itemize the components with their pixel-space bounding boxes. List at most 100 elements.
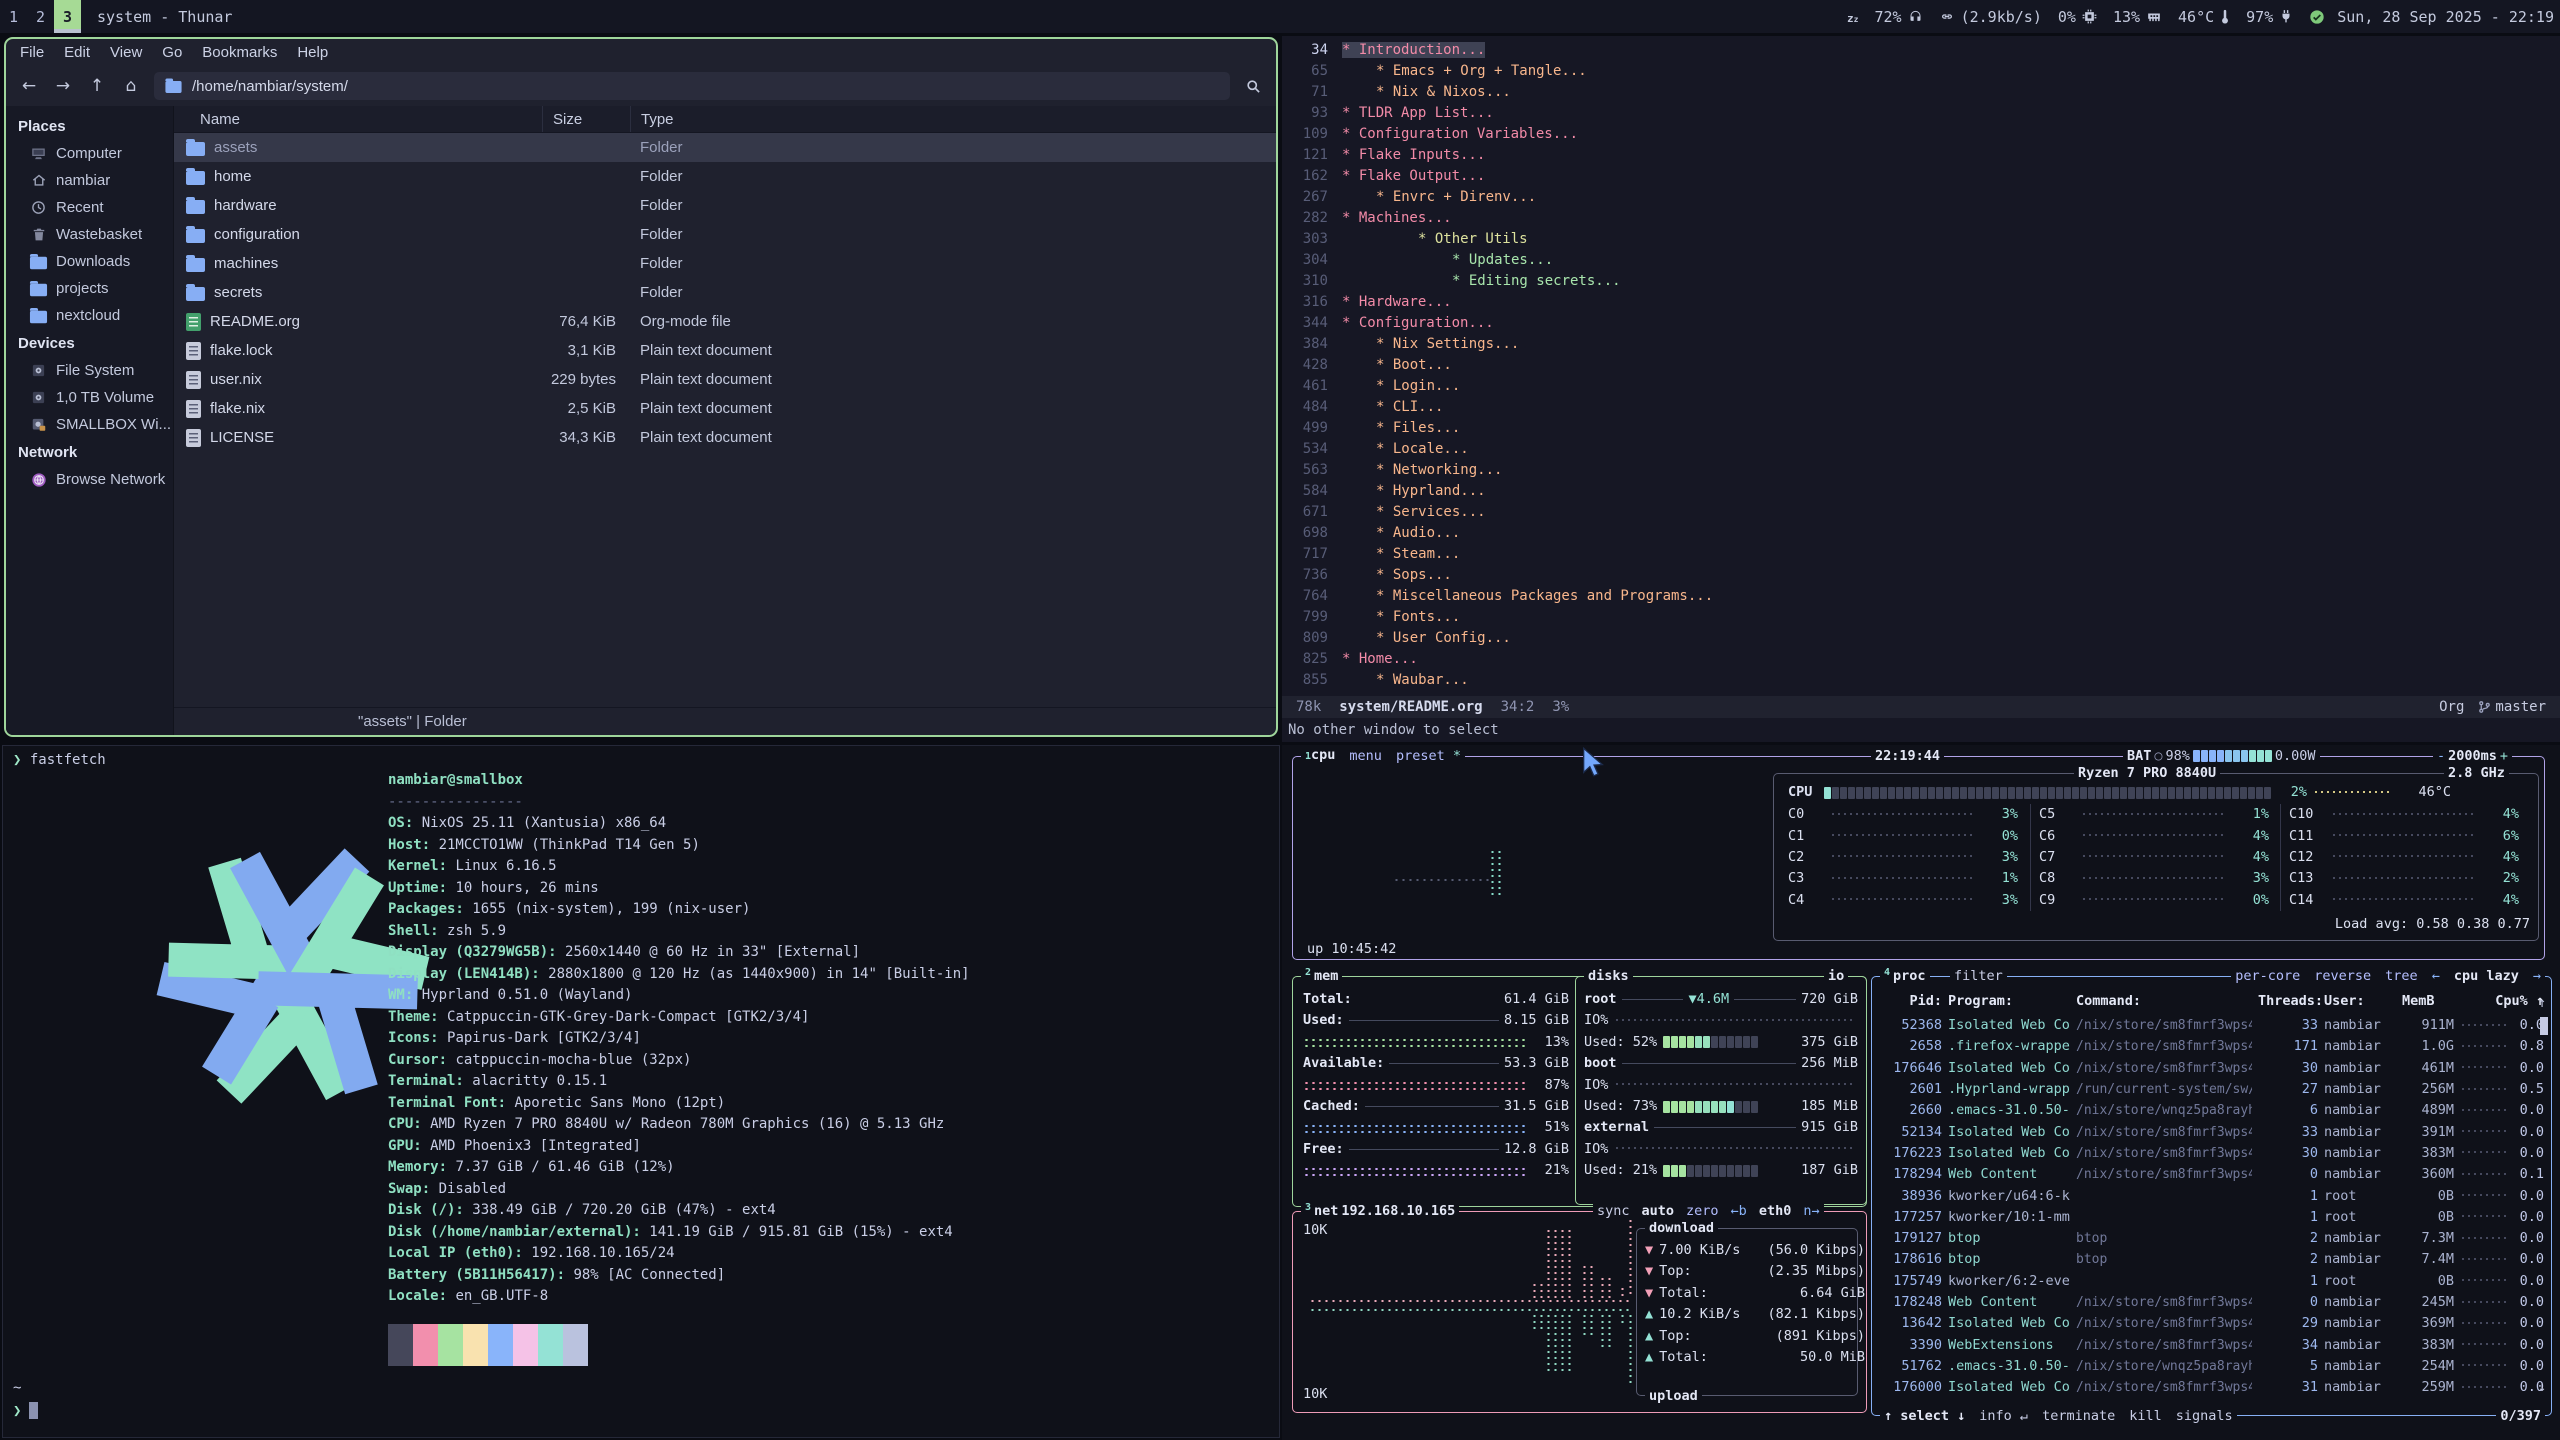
- process-row[interactable]: 38936kworker/u64:6-kc1root0B0.0: [1876, 1185, 2557, 1206]
- process-row[interactable]: 176000Isolated Web Co/nix/store/sm8fmrf3…: [1876, 1377, 2557, 1398]
- process-row[interactable]: 178616btopbtop2nambiar7.4M0.0: [1876, 1249, 2557, 1270]
- proc-scrollbar-thumb[interactable]: [2540, 1017, 2548, 1035]
- forward-button[interactable]: →: [48, 72, 78, 100]
- proc-footer-kill[interactable]: kill: [2129, 1406, 2162, 1427]
- menu-item-view[interactable]: View: [100, 39, 152, 66]
- workspace-button-1[interactable]: 1: [0, 0, 27, 33]
- process-user: nambiar: [2324, 1036, 2396, 1057]
- proc-sort-next[interactable]: →: [2533, 966, 2541, 987]
- workspace-button-3[interactable]: 3: [54, 0, 81, 33]
- proc-sort-prev[interactable]: ←: [2432, 966, 2440, 987]
- sidebar-item-nextcloud[interactable]: nextcloud: [6, 302, 173, 329]
- proc-column-threads[interactable]: Threads:: [2258, 991, 2318, 1012]
- proc-column-program[interactable]: Program:: [1948, 991, 2070, 1012]
- up-button[interactable]: ↑: [82, 72, 112, 100]
- proc-column-pid[interactable]: Pid:: [1884, 991, 1942, 1012]
- file-row[interactable]: machinesFolder: [174, 249, 1276, 278]
- tab-preset[interactable]: preset *: [1396, 746, 1461, 767]
- search-button[interactable]: [1238, 72, 1268, 100]
- sidebar-item-recent[interactable]: Recent: [6, 194, 173, 221]
- file-row[interactable]: configurationFolder: [174, 220, 1276, 249]
- file-row[interactable]: secretsFolder: [174, 278, 1276, 307]
- proc-control-per-core[interactable]: per-core: [2235, 966, 2300, 987]
- proc-column-command[interactable]: Command:: [2076, 991, 2252, 1012]
- shell-prompt-empty[interactable]: ❯: [13, 1402, 38, 1419]
- tab-menu[interactable]: menu: [1349, 746, 1382, 767]
- process-row[interactable]: 179127btopbtop2nambiar7.3M0.0: [1876, 1228, 2557, 1249]
- proc-footer-terminate[interactable]: terminate: [2042, 1406, 2115, 1427]
- process-row[interactable]: 52368Isolated Web Co/nix/store/sm8fmrf3w…: [1876, 1015, 2557, 1036]
- file-row[interactable]: homeFolder: [174, 162, 1276, 191]
- home-button[interactable]: ⌂: [116, 72, 146, 100]
- path-bar[interactable]: /home/nambiar/system/: [154, 72, 1230, 100]
- workspace-button-2[interactable]: 2: [27, 0, 54, 33]
- net-next-iface[interactable]: n→: [1803, 1201, 1819, 1222]
- column-header-size[interactable]: Size: [542, 106, 630, 132]
- column-header-name[interactable]: Name: [174, 111, 542, 128]
- sidebar-item-file-system[interactable]: File System: [6, 357, 173, 384]
- menu-item-help[interactable]: Help: [287, 39, 338, 66]
- process-row[interactable]: 2601.Hyprland-wrapp/run/current-system/s…: [1876, 1079, 2557, 1100]
- org-heading-text: * Machines...: [1342, 210, 1452, 226]
- download-arrow-icon: ▼: [1645, 1240, 1653, 1261]
- process-row[interactable]: 3390WebExtensions/nix/store/sm8fmrf3wps4…: [1876, 1335, 2557, 1356]
- proc-control-tree[interactable]: tree: [2385, 966, 2418, 987]
- line-number: 303: [1282, 229, 1328, 250]
- proc-scroll-down-icon[interactable]: ↓: [2538, 1377, 2550, 1395]
- file-row[interactable]: user.nix229 bytesPlain text document: [174, 365, 1276, 394]
- sidebar-item-wastebasket[interactable]: Wastebasket: [6, 221, 173, 248]
- process-row[interactable]: 51762.emacs-31.0.50-/nix/store/wnqz5pa8r…: [1876, 1356, 2557, 1377]
- process-row[interactable]: 177257kworker/10:1-mm_1root0B0.0: [1876, 1207, 2557, 1228]
- net-prev-iface[interactable]: ←b: [1731, 1201, 1747, 1222]
- menu-item-edit[interactable]: Edit: [54, 39, 100, 66]
- process-command: /nix/store/wnqz5pa8rayh: [2076, 1356, 2252, 1377]
- menu-item-file[interactable]: File: [10, 39, 54, 66]
- clock-text: Sun, 28 Sep 2025 - 22:19: [2337, 8, 2554, 26]
- proc-control-reverse[interactable]: reverse: [2314, 966, 2371, 987]
- sidebar-item-1-0-tb-volume[interactable]: 1,0 TB Volume: [6, 384, 173, 411]
- sidebar-item-label: Browse Network: [56, 471, 165, 488]
- buffer-name: system/README.org: [1339, 697, 1482, 718]
- proc-footer-info[interactable]: info ↵: [1979, 1406, 2028, 1427]
- file-row[interactable]: flake.nix2,5 KiBPlain text document: [174, 394, 1276, 423]
- process-row[interactable]: 2658.firefox-wrappe/nix/store/sm8fmrf3wp…: [1876, 1036, 2557, 1057]
- process-row[interactable]: 178294Web Content/nix/store/sm8fmrf3wps4…: [1876, 1164, 2557, 1185]
- proc-column-memb[interactable]: MemB: [2402, 991, 2454, 1012]
- proc-scroll-up-icon[interactable]: ↑: [2538, 993, 2550, 1011]
- sidebar-item-downloads[interactable]: Downloads: [6, 248, 173, 275]
- process-row[interactable]: 176646Isolated Web Co/nix/store/sm8fmrf3…: [1876, 1058, 2557, 1079]
- back-button[interactable]: ←: [14, 72, 44, 100]
- process-mem: 911M: [2402, 1015, 2454, 1036]
- mem-stat-label: Used:: [1303, 1010, 1344, 1031]
- process-row[interactable]: 175749kworker/6:2-even1root0B0.0: [1876, 1271, 2557, 1292]
- process-program: Isolated Web Co: [1948, 1143, 2070, 1164]
- proc-column-user[interactable]: User:: [2324, 991, 2396, 1012]
- proc-footer-select[interactable]: ↑ select ↓: [1884, 1406, 1965, 1427]
- tab-cpu[interactable]: 1cpu: [1305, 745, 1335, 767]
- process-row[interactable]: 2660.emacs-31.0.50-/nix/store/wnqz5pa8ra…: [1876, 1100, 2557, 1121]
- sidebar-item-computer[interactable]: Computer: [6, 140, 173, 167]
- disk-activity: ▼4.6M: [1688, 989, 1729, 1010]
- column-header-type[interactable]: Type: [630, 106, 1276, 132]
- proc-column-cpu%[interactable]: Cpu% ↑: [2460, 991, 2544, 1012]
- file-row[interactable]: README.org76,4 KiBOrg-mode file: [174, 307, 1276, 336]
- org-heading-line: 428* Boot...: [1282, 355, 2560, 376]
- menu-item-bookmarks[interactable]: Bookmarks: [192, 39, 287, 66]
- terminal-window[interactable]: ❯ fastfetch nambiar@smallbox------------…: [2, 745, 1280, 1438]
- process-row[interactable]: 13642Isolated Web Co/nix/store/sm8fmrf3w…: [1876, 1313, 2557, 1334]
- file-row[interactable]: LICENSE34,3 KiBPlain text document: [174, 423, 1276, 452]
- process-row[interactable]: 176223Isolated Web Co/nix/store/sm8fmrf3…: [1876, 1143, 2557, 1164]
- process-row[interactable]: 52134Isolated Web Co/nix/store/sm8fmrf3w…: [1876, 1122, 2557, 1143]
- sidebar-item-smallbox-wi-[interactable]: SMALLBOX Wi...: [6, 411, 173, 438]
- file-row[interactable]: assetsFolder: [174, 133, 1276, 162]
- process-row[interactable]: 178248Web Content/nix/store/sm8fmrf3wps4…: [1876, 1292, 2557, 1313]
- net-sync-button[interactable]: sync: [1597, 1201, 1630, 1222]
- process-cpu: 0.0: [2514, 1207, 2544, 1228]
- sidebar-item-nambiar[interactable]: nambiar: [6, 167, 173, 194]
- file-row[interactable]: hardwareFolder: [174, 191, 1276, 220]
- sidebar-item-projects[interactable]: projects: [6, 275, 173, 302]
- menu-item-go[interactable]: Go: [152, 39, 192, 66]
- file-row[interactable]: flake.lock3,1 KiBPlain text document: [174, 336, 1276, 365]
- sidebar-item-browse-network[interactable]: Browse Network: [6, 466, 173, 493]
- proc-footer-signals[interactable]: signals: [2176, 1406, 2233, 1427]
